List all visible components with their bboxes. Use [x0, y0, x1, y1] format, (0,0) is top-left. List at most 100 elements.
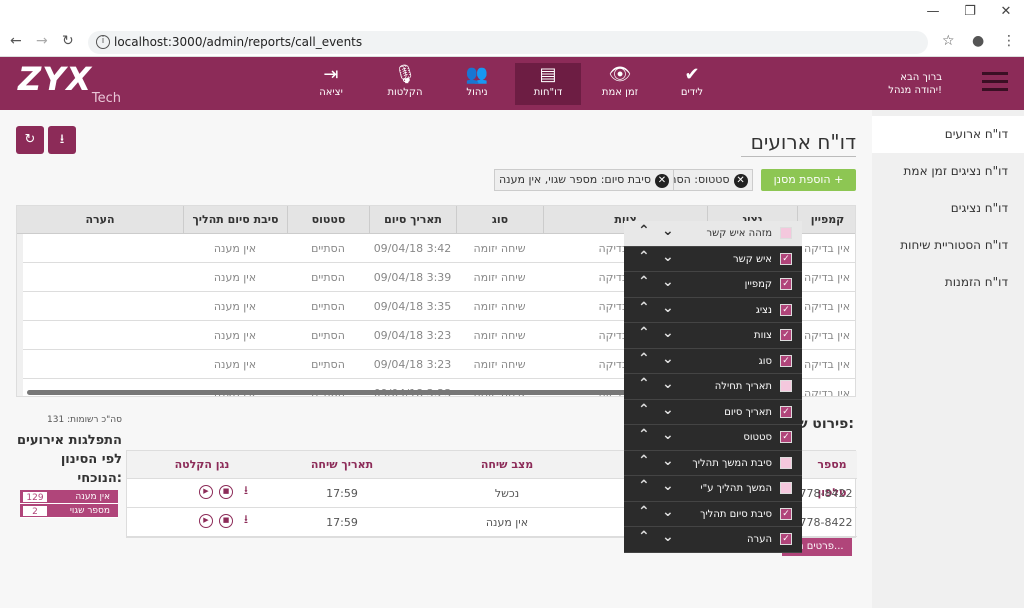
- column-option[interactable]: ⌃ ⌄ סטטוס ✓: [624, 425, 802, 451]
- column-option[interactable]: ⌃ ⌄ הערה ✓: [624, 527, 802, 553]
- nav-label: לידים: [680, 87, 704, 98]
- column-option[interactable]: ⌃ ⌄ סיבת סיום תהליך ✓: [624, 502, 802, 527]
- move-down-icon[interactable]: ⌄: [662, 274, 674, 290]
- download-recording-icon[interactable]: ⭳: [239, 484, 253, 499]
- nav-management[interactable]: 👥 ניהול: [444, 63, 510, 105]
- add-filter-button[interactable]: הוספת מסנן +: [761, 169, 856, 191]
- nav-realtime[interactable]: 👁 זמן אמת: [587, 63, 653, 105]
- sidebar-item-orders[interactable]: דו"ח הזמנות: [872, 264, 1024, 301]
- nav-recordings[interactable]: 🎙 הקלטות: [372, 63, 438, 105]
- hamburger-menu-icon[interactable]: [982, 72, 1008, 94]
- move-down-icon[interactable]: ⌄: [662, 351, 674, 367]
- move-up-icon[interactable]: ⌃: [638, 376, 650, 392]
- move-up-icon[interactable]: ⌃: [638, 351, 650, 367]
- reload-icon[interactable]: ↻: [62, 33, 74, 49]
- cell-reason: אין מענה: [213, 329, 257, 342]
- move-up-icon[interactable]: ⌃: [638, 325, 650, 341]
- remove-filter-icon[interactable]: ✕: [655, 174, 669, 188]
- column-checkbox[interactable]: ✓: [780, 354, 792, 367]
- col-header-end-date[interactable]: תאריך סיום: [369, 206, 456, 234]
- column-checkbox[interactable]: ✓: [780, 507, 792, 520]
- move-down-icon[interactable]: ⌄: [662, 453, 674, 469]
- sidebar-item-call-history[interactable]: דו"ח הסטוריית שיחות: [872, 227, 1024, 264]
- minimize-icon[interactable]: —: [923, 4, 943, 22]
- sidebar-item-agents[interactable]: דו"ח נציגים: [872, 190, 1024, 227]
- move-down-icon[interactable]: ⌄: [662, 325, 674, 341]
- move-down-icon[interactable]: ⌄: [662, 300, 674, 316]
- move-up-icon[interactable]: ⌃: [638, 453, 650, 469]
- refresh-button[interactable]: ↻: [16, 126, 44, 154]
- restore-icon[interactable]: ❐: [960, 4, 980, 22]
- close-icon[interactable]: ✕: [996, 4, 1016, 22]
- filter-chip-reason[interactable]: סיבת סיום: מספר שגוי, אין מענה ✕: [494, 169, 674, 191]
- column-checkbox[interactable]: ✓: [780, 252, 792, 265]
- forward-icon[interactable]: →: [36, 33, 48, 49]
- move-down-icon[interactable]: ⌄: [662, 504, 674, 520]
- move-up-icon[interactable]: ⌃: [638, 249, 650, 265]
- column-option[interactable]: ⌃ ⌄ מזהה איש קשר: [624, 221, 802, 247]
- move-up-icon[interactable]: ⌃: [638, 274, 650, 290]
- column-checkbox[interactable]: [780, 380, 792, 392]
- nav-reports[interactable]: ▤ דו"חות: [515, 63, 581, 105]
- column-option[interactable]: ⌃ ⌄ איש קשר ✓: [624, 247, 802, 272]
- grid-horizontal-scrollbar[interactable]: [27, 390, 627, 395]
- column-checkbox[interactable]: ✓: [780, 405, 792, 418]
- nav-leads[interactable]: ✔ לידים: [659, 63, 725, 105]
- move-up-icon[interactable]: ⌃: [638, 427, 650, 443]
- move-down-icon[interactable]: ⌄: [662, 529, 674, 545]
- col-header-end-reason[interactable]: סיבת סיום תהליך: [183, 206, 287, 234]
- move-up-icon[interactable]: ⌃: [638, 402, 650, 418]
- sidebar-item-events[interactable]: דו"ח ארועים: [872, 116, 1024, 153]
- column-checkbox[interactable]: ✓: [780, 533, 792, 545]
- remove-filter-icon[interactable]: ✕: [733, 174, 748, 188]
- column-checkbox[interactable]: ✓: [780, 278, 792, 290]
- url-field[interactable]: i localhost:3000/admin/reports/call_even…: [88, 31, 928, 54]
- move-down-icon[interactable]: ⌄: [662, 478, 674, 494]
- account-icon[interactable]: ●: [972, 33, 984, 49]
- plus-icon: +: [834, 173, 844, 186]
- move-down-icon[interactable]: ⌄: [662, 223, 674, 239]
- col-header-type[interactable]: סוג: [456, 206, 543, 234]
- back-icon[interactable]: ←: [10, 33, 22, 49]
- download-recording-icon[interactable]: ⭳: [239, 513, 253, 528]
- sidebar-item-realtime-agents[interactable]: דו"ח נציגים זמן אמת: [872, 153, 1024, 190]
- move-down-icon[interactable]: ⌄: [662, 249, 674, 265]
- column-checkbox[interactable]: [780, 456, 792, 469]
- column-option[interactable]: ⌃ ⌄ נציג ✓: [624, 298, 802, 323]
- column-option[interactable]: ⌃ ⌄ צוות ✓: [624, 323, 802, 349]
- column-option[interactable]: ⌃ ⌄ סוג ✓: [624, 349, 802, 374]
- col-header-campaign[interactable]: קמפיין: [797, 206, 855, 234]
- move-down-icon[interactable]: ⌄: [662, 402, 674, 418]
- play-icon[interactable]: ▶: [199, 485, 213, 499]
- stop-icon[interactable]: ■: [219, 485, 233, 499]
- move-up-icon[interactable]: ⌃: [638, 504, 650, 520]
- column-checkbox[interactable]: [780, 227, 792, 239]
- column-option[interactable]: ⌃ ⌄ המשך תהליך ע"י: [624, 476, 802, 502]
- logo[interactable]: ZYX Tech: [18, 63, 123, 106]
- move-up-icon[interactable]: ⌃: [638, 223, 650, 239]
- column-option[interactable]: ⌃ ⌄ תאריך סיום ✓: [624, 400, 802, 425]
- move-down-icon[interactable]: ⌄: [662, 427, 674, 443]
- play-icon[interactable]: ▶: [199, 514, 213, 528]
- grid-vertical-scrollbar[interactable]: [17, 234, 23, 396]
- column-option[interactable]: ⌃ ⌄ סיבת המשך תהליך: [624, 451, 802, 476]
- column-option[interactable]: ⌃ ⌄ קמפיין ✓: [624, 272, 802, 298]
- nav-logout[interactable]: ⇥ יציאה: [298, 63, 364, 105]
- move-up-icon[interactable]: ⌃: [638, 300, 650, 316]
- col-header-note[interactable]: הערה: [17, 206, 183, 234]
- column-checkbox[interactable]: ✓: [780, 303, 792, 316]
- legend-item: 129 אין מענה: [20, 490, 118, 504]
- stop-icon[interactable]: ■: [219, 514, 233, 528]
- move-up-icon[interactable]: ⌃: [638, 529, 650, 545]
- col-header-status[interactable]: סטטוס: [287, 206, 369, 234]
- download-button[interactable]: ⭳: [48, 126, 76, 154]
- menu-dots-icon[interactable]: ⋮: [1002, 33, 1016, 49]
- move-down-icon[interactable]: ⌄: [662, 376, 674, 392]
- bookmark-star-icon[interactable]: ☆: [942, 33, 955, 49]
- column-checkbox[interactable]: ✓: [780, 431, 792, 443]
- column-checkbox[interactable]: [780, 482, 792, 494]
- column-checkbox[interactable]: ✓: [780, 329, 792, 341]
- info-icon[interactable]: i: [96, 35, 110, 49]
- move-up-icon[interactable]: ⌃: [638, 478, 650, 494]
- column-option[interactable]: ⌃ ⌄ תאריך תחילה: [624, 374, 802, 400]
